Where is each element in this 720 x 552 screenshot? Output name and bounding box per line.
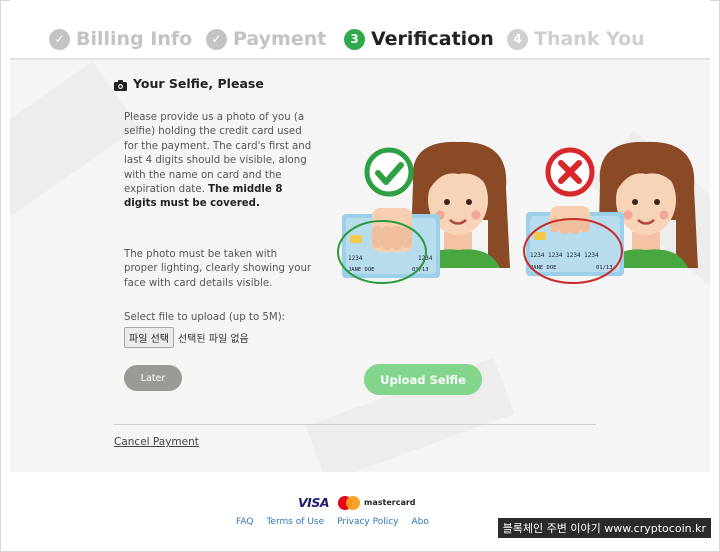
instructions-text: Please provide us a photo of you (a self… — [124, 112, 312, 196]
camera-icon — [114, 79, 127, 91]
watermark: 블록체인 주변 이야기 www.cryptocoin.kr — [497, 518, 711, 538]
mastercard-label: mastercard — [364, 498, 416, 507]
choose-file-button[interactable]: 파일 선택 — [124, 327, 174, 348]
payment-logos: VISA mastercard — [298, 495, 416, 510]
good-example: 1234 1234 JANE DOE 01/13 — [337, 141, 510, 284]
card-expiry: 01/13 — [596, 265, 613, 271]
card-number-first: 1234 — [348, 255, 363, 262]
section-title: Your Selfie, Please — [133, 76, 264, 91]
upload-label: Select file to upload (up to 5M): — [124, 312, 286, 323]
selfie-instructions: Please provide us a photo of you (a self… — [124, 111, 312, 212]
checkout-steps: ✓ Billing Info ✓ Payment 3 Verification … — [10, 0, 710, 60]
terms-link[interactable]: Terms of Use — [266, 517, 324, 527]
step-label: Payment — [233, 28, 327, 50]
check-icon — [364, 147, 414, 197]
step-billing-info: ✓ Billing Info — [49, 26, 192, 52]
step-number: 4 — [507, 28, 528, 50]
file-status: 선택된 파일 없음 — [177, 334, 249, 345]
step-label: Verification — [371, 28, 494, 50]
step-label: Thank You — [534, 28, 645, 50]
faq-link[interactable]: FAQ — [236, 517, 253, 527]
step-label: Billing Info — [76, 28, 193, 50]
cancel-payment-link[interactable]: Cancel Payment — [114, 436, 199, 448]
file-input[interactable]: 파일 선택 선택된 파일 없음 — [124, 327, 249, 348]
selfie-example-illustration: 1234 1234 JANE DOE 01/13 1234 1234 1234 … — [337, 141, 698, 284]
check-icon: ✓ — [49, 28, 70, 50]
card-number-full: 1234 1234 1234 1234 — [530, 252, 599, 259]
mastercard-logo: mastercard — [338, 495, 416, 510]
privacy-link[interactable]: Privacy Policy — [337, 517, 398, 527]
step-thank-you: 4 Thank You — [507, 26, 645, 52]
check-icon: ✓ — [206, 28, 227, 50]
about-link[interactable]: Abo — [412, 517, 429, 527]
visa-logo: VISA — [298, 495, 330, 510]
bad-example: 1234 1234 1234 1234 JANE DOE 01/13 — [523, 141, 698, 284]
upload-selfie-button[interactable]: Upload Selfie — [364, 364, 482, 395]
step-number: 3 — [344, 28, 365, 50]
later-button[interactable]: Later — [124, 365, 182, 391]
section-heading: Your Selfie, Please — [114, 76, 264, 91]
verification-panel: Your Selfie, Please Please provide us a … — [10, 60, 710, 472]
lighting-instructions: The photo must be taken with proper ligh… — [124, 249, 312, 289]
step-payment: ✓ Payment — [206, 26, 326, 52]
divider — [114, 424, 596, 425]
footer-links: FAQ Terms of Use Privacy Policy Abo — [236, 517, 442, 527]
card-name: JANE DOE — [348, 267, 375, 273]
step-verification: 3 Verification — [344, 26, 494, 52]
